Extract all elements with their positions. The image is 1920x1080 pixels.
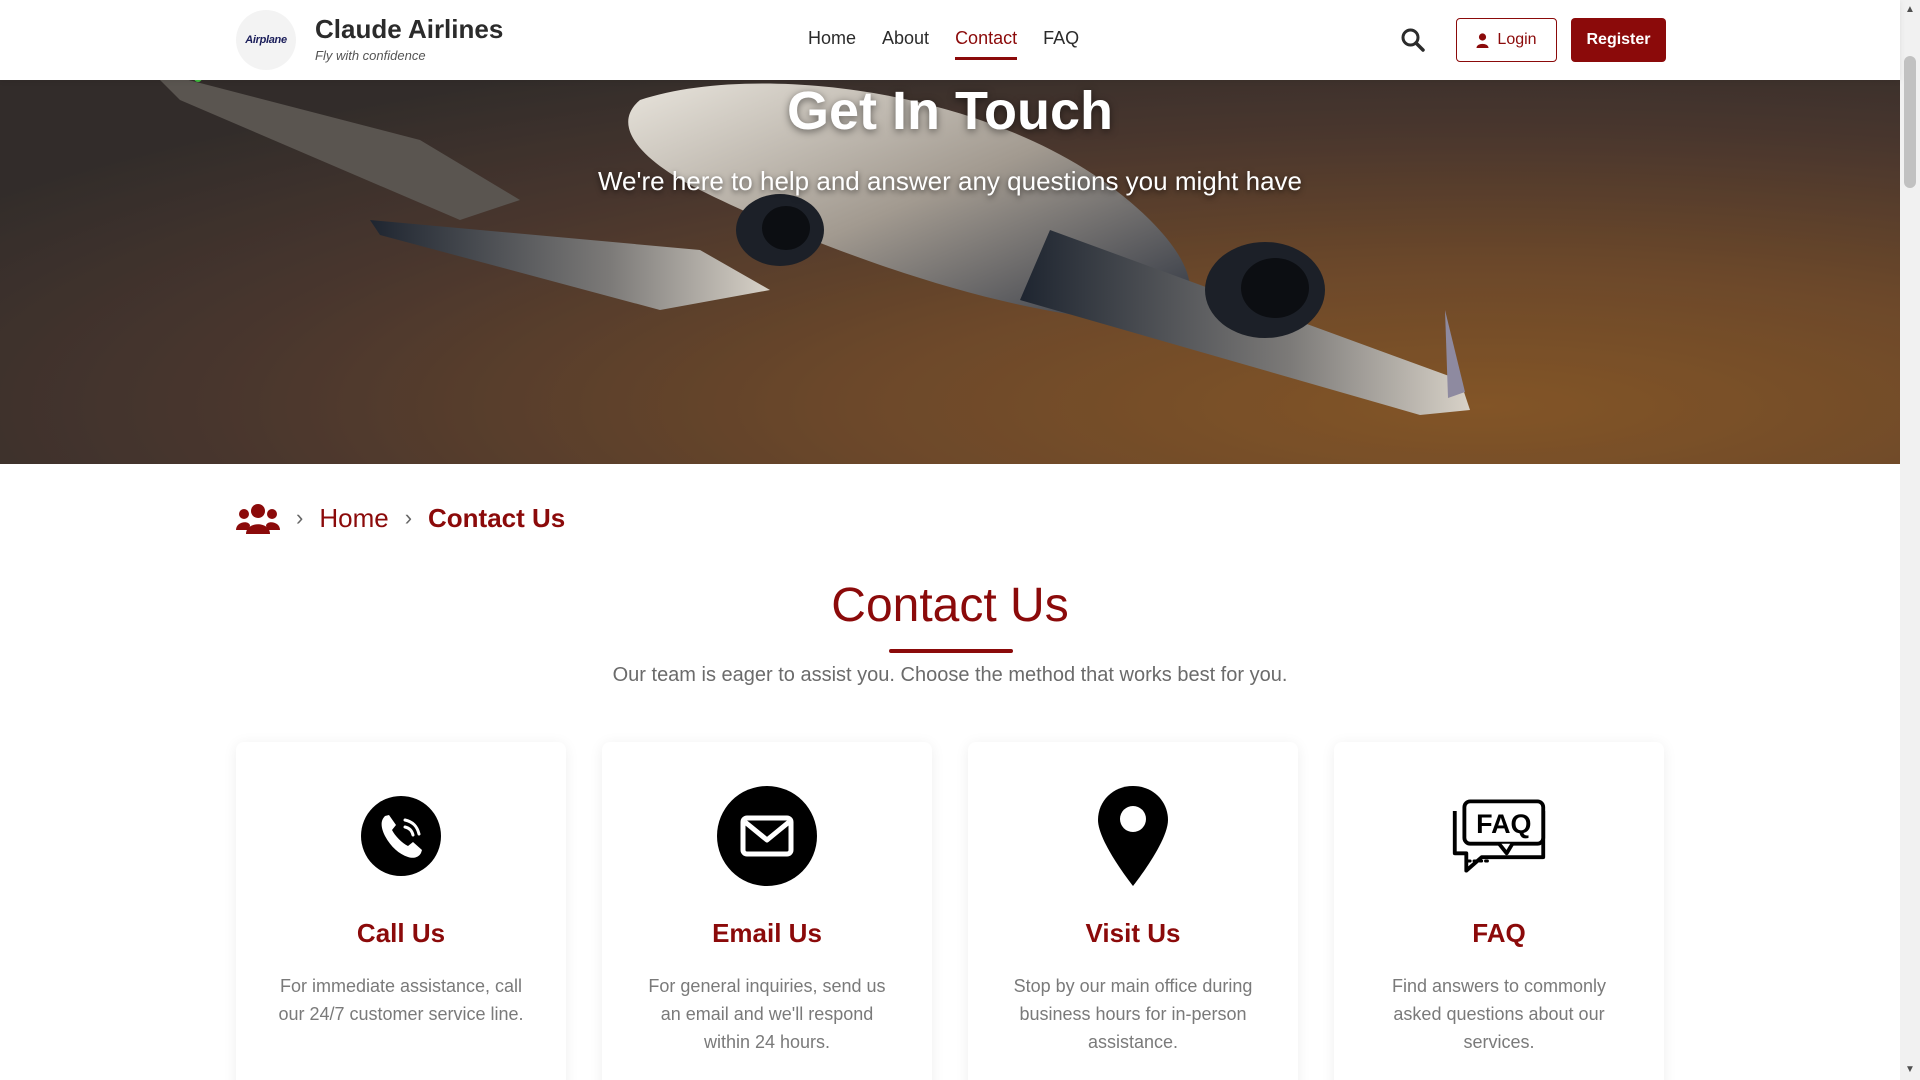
login-button[interactable]: Login <box>1456 18 1557 62</box>
card-title: FAQ <box>1472 918 1526 948</box>
card-description: For general inquiries, send us an email … <box>648 976 886 1052</box>
hero-banner: Get In Touch We're here to help and answ… <box>0 80 1900 464</box>
nav-contact[interactable]: Contact <box>955 28 1018 60</box>
site-header: Airplane Claude Airlines Fly with confid… <box>0 0 1900 80</box>
hero-subtitle: We're here to help and answer any questi… <box>597 166 1303 196</box>
scrollbar[interactable]: ▲ ▼ <box>1900 0 1920 1080</box>
scroll-up-arrow-icon[interactable]: ▲ <box>1900 0 1920 20</box>
nav-about[interactable]: About <box>882 28 929 60</box>
nav-home[interactable]: Home <box>808 28 856 60</box>
card-description: For immediate assistance, call our 24/7 … <box>278 976 524 1024</box>
logo-text: Airplane <box>245 34 287 46</box>
section-subtitle: Our team is eager to assist you. Choose … <box>612 664 1288 686</box>
contact-card-email[interactable]: Email Us For general inquiries, send us … <box>602 742 932 1080</box>
section-title: Contact Us <box>831 579 1069 632</box>
contact-card-faq[interactable]: FAQ FAQ Find answers to commonly asked q… <box>1334 742 1664 1080</box>
register-button[interactable]: Register <box>1571 18 1666 62</box>
phone-icon <box>351 786 451 886</box>
email-icon <box>717 786 817 886</box>
title-underline <box>889 649 1013 653</box>
card-title: Visit Us <box>1085 918 1181 948</box>
chevron-right-icon: › <box>296 505 304 530</box>
scrollbar-thumb[interactable] <box>1904 56 1916 188</box>
card-description: Stop by our main office during business … <box>1013 976 1253 1052</box>
nav-faq[interactable]: FAQ <box>1043 28 1079 60</box>
hero-title: Get In Touch <box>787 81 1113 141</box>
logo[interactable]: Airplane <box>236 10 296 70</box>
location-pin-icon <box>1083 786 1183 886</box>
search-icon[interactable] <box>1400 27 1426 53</box>
user-icon <box>1476 32 1489 48</box>
main-nav: Home About Contact FAQ <box>808 28 1079 60</box>
users-icon <box>236 504 280 534</box>
login-label: Login <box>1497 31 1537 48</box>
svg-text:FAQ: FAQ <box>1476 809 1531 839</box>
brand-name[interactable]: Claude Airlines <box>315 14 503 45</box>
contact-card-call[interactable]: Call Us For immediate assistance, call o… <box>236 742 566 1080</box>
card-title: Call Us <box>356 918 446 948</box>
faq-icon: FAQ <box>1449 786 1549 886</box>
brand-tagline: Fly with confidence <box>315 48 426 63</box>
chevron-right-icon: › <box>404 505 413 530</box>
card-description: Find answers to commonly asked questions… <box>1391 976 1607 1052</box>
scroll-down-arrow-icon[interactable]: ▼ <box>1900 1060 1920 1080</box>
contact-card-visit[interactable]: Visit Us Stop by our main office during … <box>968 742 1298 1080</box>
card-title: Email Us <box>712 918 822 948</box>
breadcrumb-current: Contact Us <box>428 502 566 533</box>
breadcrumb: › Home › Contact Us <box>236 502 565 534</box>
breadcrumb-home[interactable]: Home <box>319 503 388 534</box>
